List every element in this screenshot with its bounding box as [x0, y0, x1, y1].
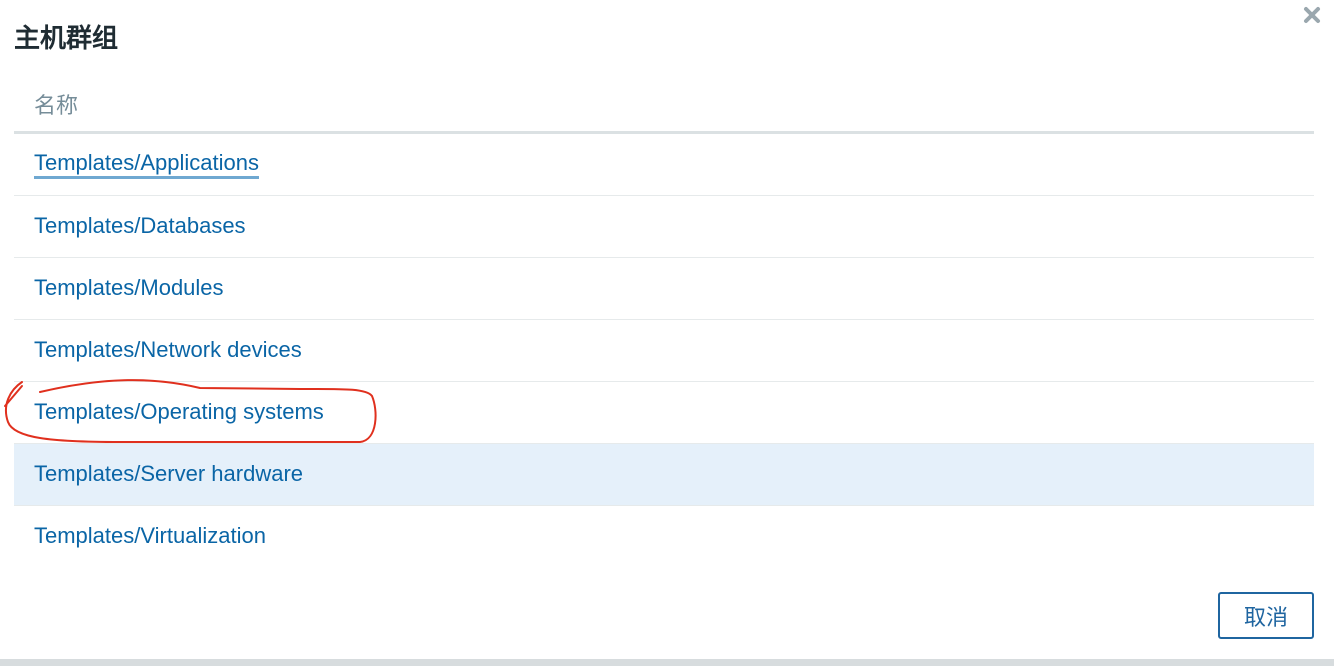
host-group-link-operating-systems[interactable]: Templates/Operating systems [34, 399, 324, 427]
host-group-link-virtualization[interactable]: Templates/Virtualization [34, 523, 266, 551]
table-row[interactable]: Templates/Operating systems [14, 382, 1314, 444]
host-group-link-modules[interactable]: Templates/Modules [34, 275, 224, 303]
host-group-link-databases[interactable]: Templates/Databases [34, 213, 246, 241]
host-group-link-server-hardware[interactable]: Templates/Server hardware [34, 461, 303, 489]
table-row[interactable]: Templates/Databases [14, 196, 1314, 258]
cancel-button[interactable]: 取消 [1218, 592, 1314, 639]
table-header: 名称 [14, 76, 1314, 134]
table-row[interactable]: Templates/Modules [14, 258, 1314, 320]
dialog-title: 主机群组 [14, 24, 119, 54]
host-group-dialog: 主机群组 名称 Templates/Applications Templates… [0, 0, 1334, 666]
host-group-link-applications[interactable]: Templates/Applications [34, 150, 260, 179]
table-row[interactable]: Templates/Network devices [14, 320, 1314, 382]
close-icon [1304, 7, 1320, 23]
table-row[interactable]: Templates/Virtualization [14, 506, 1314, 568]
dialog-bottom-border [0, 659, 1334, 666]
host-group-table: 名称 Templates/Applications Templates/Data… [14, 76, 1314, 568]
host-group-link-network-devices[interactable]: Templates/Network devices [34, 337, 302, 365]
table-row[interactable]: Templates/Server hardware [14, 444, 1314, 506]
column-header-name: 名称 [34, 93, 79, 119]
close-button[interactable] [1301, 4, 1323, 26]
table-row[interactable]: Templates/Applications [14, 134, 1314, 196]
